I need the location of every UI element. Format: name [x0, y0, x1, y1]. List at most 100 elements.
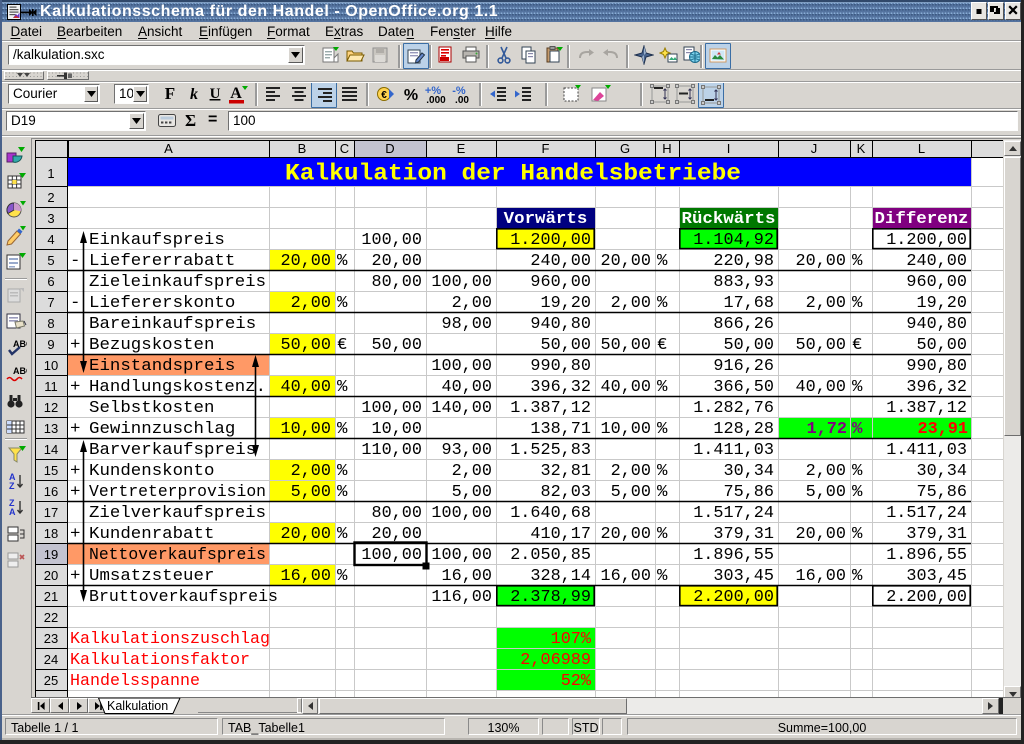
svg-text:I: I	[727, 141, 731, 156]
svg-text:C: C	[340, 141, 349, 156]
svg-text:Gewinnzuschlag: Gewinnzuschlag	[89, 420, 235, 439]
svg-text:Zieleinkaufspreis: Zieleinkaufspreis	[89, 273, 266, 292]
svg-text:5,00: 5,00	[611, 483, 651, 502]
svg-text:A: A	[230, 85, 242, 102]
svg-text:80,00: 80,00	[372, 273, 423, 292]
svg-text:1.525,83: 1.525,83	[510, 441, 591, 460]
svg-text:93,00: 93,00	[442, 441, 493, 460]
svg-text:Bezugskosten: Bezugskosten	[89, 336, 214, 355]
svg-text:%: %	[657, 567, 668, 586]
svg-text:U: U	[210, 86, 221, 102]
svg-text:128,28: 128,28	[713, 420, 774, 439]
svg-text:10,00: 10,00	[372, 420, 423, 439]
svg-text:+: +	[70, 483, 80, 502]
svg-text:%: %	[404, 87, 418, 104]
svg-text:€: €	[657, 336, 667, 355]
svg-text:7: 7	[47, 295, 54, 310]
svg-text:1.896,55: 1.896,55	[693, 546, 774, 565]
svg-text:14: 14	[44, 442, 58, 457]
svg-text:883,93: 883,93	[713, 273, 774, 292]
svg-text:50,00: 50,00	[372, 336, 423, 355]
svg-text:40,00: 40,00	[796, 378, 847, 397]
svg-text:Bareinkaufspreis: Bareinkaufspreis	[89, 315, 256, 334]
svg-text:12: 12	[44, 400, 58, 415]
svg-text:20,00: 20,00	[281, 252, 332, 271]
svg-text:2,00: 2,00	[291, 294, 331, 313]
svg-text:-: -	[70, 252, 80, 271]
svg-text:100,00: 100,00	[431, 357, 492, 376]
svg-text:Handelsspanne: Handelsspanne	[70, 672, 200, 691]
svg-text:75,86: 75,86	[917, 483, 968, 502]
svg-text:Vertreterprovision: Vertreterprovision	[89, 483, 266, 502]
svg-text:F: F	[165, 84, 175, 103]
svg-text:%: %	[337, 567, 348, 586]
svg-text:82,03: 82,03	[541, 483, 592, 502]
svg-text:16,00: 16,00	[601, 567, 652, 586]
svg-text:21: 21	[44, 589, 58, 604]
svg-text:G: G	[620, 141, 630, 156]
svg-text:100,00: 100,00	[361, 546, 422, 565]
svg-text:396,32: 396,32	[906, 378, 967, 397]
svg-text:Handlungskostenz.: Handlungskostenz.	[89, 378, 266, 397]
svg-text:Kundenskonto: Kundenskonto	[89, 462, 214, 481]
svg-text:75,86: 75,86	[724, 483, 775, 502]
svg-text:990,80: 990,80	[530, 357, 591, 376]
svg-text:2,00: 2,00	[452, 294, 492, 313]
svg-text:Bruttoverkaufspreis: Bruttoverkaufspreis	[89, 588, 278, 607]
svg-text:1.200,00: 1.200,00	[886, 231, 967, 250]
svg-text:+: +	[70, 525, 80, 544]
svg-text:+: +	[70, 567, 80, 586]
svg-text:52%: 52%	[561, 672, 592, 691]
svg-text:5,00: 5,00	[291, 483, 331, 502]
svg-text:866,26: 866,26	[713, 315, 774, 334]
svg-text:2,06989: 2,06989	[520, 651, 591, 670]
svg-text:Barverkaufspreis: Barverkaufspreis	[89, 441, 256, 460]
svg-text:H: H	[662, 141, 671, 156]
svg-text:A: A	[164, 141, 173, 156]
svg-text:%: %	[852, 252, 863, 271]
svg-text:19,20: 19,20	[917, 294, 968, 313]
svg-text:20,00: 20,00	[796, 252, 847, 271]
svg-text:32,81: 32,81	[541, 462, 592, 481]
svg-text:940,80: 940,80	[530, 315, 591, 334]
svg-text:%: %	[657, 483, 668, 502]
svg-text:Z: Z	[9, 481, 15, 491]
svg-text:2,00: 2,00	[611, 462, 651, 481]
svg-text:20: 20	[44, 568, 58, 583]
svg-text:10,00: 10,00	[281, 420, 332, 439]
svg-text:%: %	[852, 525, 863, 544]
svg-text:10,00: 10,00	[601, 420, 652, 439]
svg-text:2,00: 2,00	[806, 294, 846, 313]
svg-text:20,00: 20,00	[601, 252, 652, 271]
svg-text:396,32: 396,32	[530, 378, 591, 397]
svg-text:303,45: 303,45	[906, 567, 967, 586]
svg-text:%: %	[852, 462, 863, 481]
svg-text:%: %	[852, 378, 863, 397]
svg-text:5: 5	[47, 253, 54, 268]
svg-text:2,00: 2,00	[452, 462, 492, 481]
svg-text:Kundenrabatt: Kundenrabatt	[89, 525, 214, 544]
svg-text:50,00: 50,00	[724, 336, 775, 355]
svg-text:220,98: 220,98	[713, 252, 774, 271]
svg-text:2,00: 2,00	[806, 462, 846, 481]
svg-text:+: +	[70, 378, 80, 397]
svg-text:J: J	[811, 141, 818, 156]
svg-text:%: %	[657, 378, 668, 397]
svg-text:20,00: 20,00	[281, 525, 332, 544]
svg-text:30,34: 30,34	[724, 462, 775, 481]
svg-text:18: 18	[44, 526, 58, 541]
svg-text:%: %	[657, 252, 668, 271]
svg-text:Vorwärts: Vorwärts	[504, 210, 588, 229]
svg-text:E: E	[457, 141, 466, 156]
svg-text:1.517,24: 1.517,24	[886, 504, 967, 523]
svg-text:F: F	[542, 141, 550, 156]
svg-text:50,00: 50,00	[541, 336, 592, 355]
svg-text:8: 8	[47, 316, 54, 331]
svg-text:16,00: 16,00	[281, 567, 332, 586]
svg-text:6: 6	[47, 274, 54, 289]
svg-text:%: %	[852, 420, 863, 439]
svg-text:98,00: 98,00	[442, 315, 493, 334]
svg-text:%: %	[337, 462, 348, 481]
svg-text:+: +	[70, 420, 80, 439]
svg-text:2.200,00: 2.200,00	[886, 588, 967, 607]
